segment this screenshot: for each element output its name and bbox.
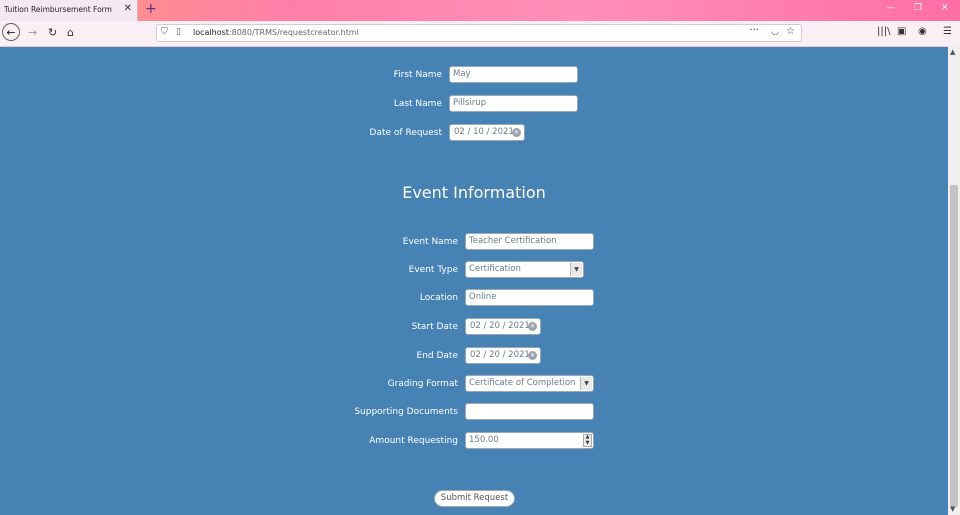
star-icon[interactable]: ☆: [786, 26, 795, 37]
window-close-icon[interactable]: ✕: [941, 3, 949, 13]
home-icon[interactable]: ⌂: [67, 26, 74, 39]
submit-request-button[interactable]: Submit Request: [434, 490, 515, 507]
chevron-down-icon[interactable]: ▼: [570, 263, 582, 276]
grading-format-label: Grading Format: [387, 379, 458, 389]
more-icon[interactable]: ···: [749, 25, 759, 36]
forward-arrow-icon[interactable]: →: [28, 26, 37, 39]
url-text[interactable]: localhost:8080/TRMS/requestcreator.html: [193, 28, 359, 37]
library-icon[interactable]: |||\: [877, 26, 890, 37]
chevron-down-icon[interactable]: ▼: [580, 377, 592, 390]
tab-bar: Tuition Reimbursement Form ✕ + — ❐ ✕: [0, 0, 960, 21]
start-date-value: 02 / 20 / 2021: [470, 321, 530, 331]
grading-format-select[interactable]: Certificate of Completion ▼: [465, 375, 594, 392]
sidebar-icon[interactable]: ▣: [897, 26, 906, 37]
page-icon[interactable]: ▯: [176, 27, 181, 37]
last-name-label: Last Name: [393, 99, 442, 109]
event-type-select[interactable]: Certification ▼: [465, 261, 584, 278]
scroll-thumb[interactable]: [950, 185, 958, 507]
first-name-label: First Name: [393, 70, 442, 80]
scroll-down-icon[interactable]: ▼: [950, 505, 955, 513]
pocket-icon[interactable]: ◡: [771, 27, 779, 37]
account-icon[interactable]: ◉: [918, 26, 927, 37]
grading-format-value: Certificate of Completion: [469, 378, 576, 388]
url-bar[interactable]: ⛉ ▯ localhost:8080/TRMS/requestcreator.h…: [156, 24, 802, 42]
hamburger-menu-icon[interactable]: ☰: [943, 26, 952, 37]
first-name-input[interactable]: May: [449, 66, 578, 83]
section-title: Event Information: [402, 183, 546, 202]
date-of-request-label: Date of Request: [369, 128, 442, 138]
end-date-value: 02 / 20 / 2021: [470, 350, 530, 360]
maximize-icon[interactable]: ❐: [914, 3, 922, 13]
event-name-label: Event Name: [402, 237, 458, 247]
last-name-input[interactable]: Pillsirup: [449, 95, 578, 112]
start-date-input[interactable]: 02 / 20 / 2021 ✕: [465, 318, 541, 335]
clear-icon[interactable]: ✕: [528, 322, 537, 331]
event-type-label: Event Type: [408, 265, 458, 275]
scroll-up-icon[interactable]: ▲: [950, 48, 955, 56]
scrollbar[interactable]: ▲ ▼: [948, 46, 960, 515]
supporting-documents-label: Supporting Documents: [354, 407, 458, 417]
number-spinner-icon[interactable]: ▲ ▼: [583, 434, 592, 447]
minimize-icon[interactable]: —: [886, 3, 895, 13]
browser-tab[interactable]: Tuition Reimbursement Form ✕: [0, 0, 138, 21]
date-of-request-value: 02 / 10 / 2021: [454, 127, 514, 137]
end-date-input[interactable]: 02 / 20 / 2021 ✕: [465, 347, 541, 364]
amount-requesting-value: 150.00: [469, 435, 499, 445]
location-label: Location: [419, 293, 458, 303]
location-input[interactable]: Online: [465, 289, 594, 306]
event-type-value: Certification: [469, 264, 521, 274]
supporting-documents-input[interactable]: [465, 403, 594, 420]
navigation-bar: ← → ↻ ⌂ ⛉ ▯ localhost:8080/TRMS/requestc…: [0, 21, 960, 47]
tab-title: Tuition Reimbursement Form: [4, 5, 112, 14]
end-date-label: End Date: [416, 351, 458, 361]
amount-requesting-label: Amount Requesting: [369, 436, 458, 446]
start-date-label: Start Date: [411, 322, 458, 332]
clear-icon[interactable]: ✕: [528, 351, 537, 360]
new-tab-icon[interactable]: +: [145, 1, 157, 17]
event-name-input[interactable]: Teacher Certification: [465, 233, 594, 250]
close-tab-icon[interactable]: ✕: [124, 3, 132, 14]
amount-requesting-input[interactable]: 150.00 ▲ ▼: [465, 432, 594, 449]
shield-icon[interactable]: ⛉: [161, 27, 168, 37]
clear-icon[interactable]: ✕: [512, 128, 521, 137]
date-of-request-input[interactable]: 02 / 10 / 2021 ✕: [449, 124, 525, 141]
reload-icon[interactable]: ↻: [48, 26, 57, 39]
back-arrow-icon[interactable]: ←: [2, 23, 20, 41]
